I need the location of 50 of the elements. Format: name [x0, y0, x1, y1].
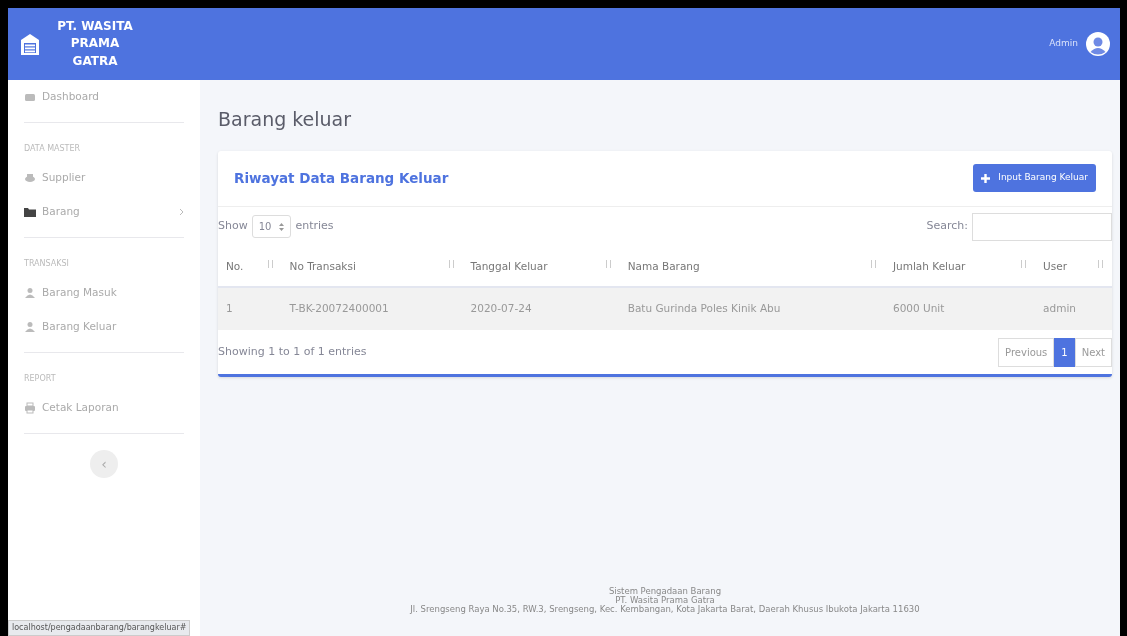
table-info: Showing 1 to 1 of 1 entries: [218, 343, 367, 360]
status-url: localhost/pengadaanbarang/barangkeluar#: [8, 620, 191, 636]
entries-label: entries: [295, 218, 334, 235]
plus-icon: [981, 173, 991, 183]
search-label: Search:: [926, 218, 968, 235]
sort-icon: [604, 258, 612, 271]
sort-icon: [869, 258, 877, 271]
avatar-icon[interactable]: [1086, 32, 1110, 56]
spinner-icon: [279, 222, 285, 231]
table-cell: T-BK-20072400001: [281, 287, 463, 330]
sidebar-item[interactable]: Barang Keluar: [24, 310, 184, 344]
footer-text: Jl. Srengseng Raya No.35, RW.3, Srengseng, Kec. Kembangan, Kota Jakarta Barat, Daerah Khusus Ibukota Jakarta 11630: [409, 605, 921, 614]
printer-icon: [24, 402, 36, 414]
table-cell: Batu Gurinda Poles Kinik Abu: [619, 287, 885, 330]
table-cell: 6000 Unit: [884, 287, 1036, 330]
search-field[interactable]: [972, 212, 1112, 241]
table-cell: 2020-07-24: [462, 287, 620, 330]
pagination-link[interactable]: Next: [1074, 337, 1112, 367]
sidebar-item[interactable]: Barang Masuk: [24, 276, 184, 310]
show-label: Show: [218, 218, 248, 235]
entries-select[interactable]: 10: [251, 215, 292, 238]
sort-icon: [1097, 258, 1104, 271]
sidebar-toggle-button[interactable]: ‹: [90, 450, 118, 478]
sidebar-heading: TRANSAKSI: [24, 258, 70, 270]
sidebar-item[interactable]: Dashboard: [24, 80, 184, 114]
person-icon: [24, 321, 36, 333]
sort-icon: [266, 258, 274, 271]
brand-name: PRAMA: [69, 35, 121, 53]
sort-icon: [447, 258, 455, 271]
sidebar-heading: DATA MASTER: [24, 143, 82, 155]
footer-text: Sistem Pengadaan Barang: [607, 587, 723, 597]
sidebar-heading: REPORT: [24, 373, 57, 385]
sidebar-item[interactable]: Cetak Laporan: [24, 391, 184, 425]
pagination-link[interactable]: 1: [1054, 337, 1075, 367]
brand-name: PT. WASITA: [56, 17, 134, 35]
add-button[interactable]: Input Barang Keluar: [973, 164, 1096, 192]
table-cell: admin: [1035, 287, 1112, 330]
pagination-link[interactable]: Previous: [998, 337, 1055, 367]
warehouse-icon: [20, 32, 40, 56]
sidebar-item[interactable]: Barang: [24, 195, 184, 229]
person-icon: [24, 287, 36, 299]
folder-icon: [24, 206, 36, 218]
table-cell: 1: [218, 287, 282, 330]
sidebar-item[interactable]: Supplier: [24, 161, 184, 195]
card-title: Riwayat Data Barang Keluar: [234, 168, 449, 188]
user-name[interactable]: Admin: [1049, 37, 1078, 51]
brand-name: GATRA: [71, 52, 119, 70]
sort-icon: [1020, 258, 1028, 271]
page-title: Barang keluar: [218, 107, 353, 132]
footer-text: PT. Wasita Prama Gatra: [615, 596, 715, 606]
